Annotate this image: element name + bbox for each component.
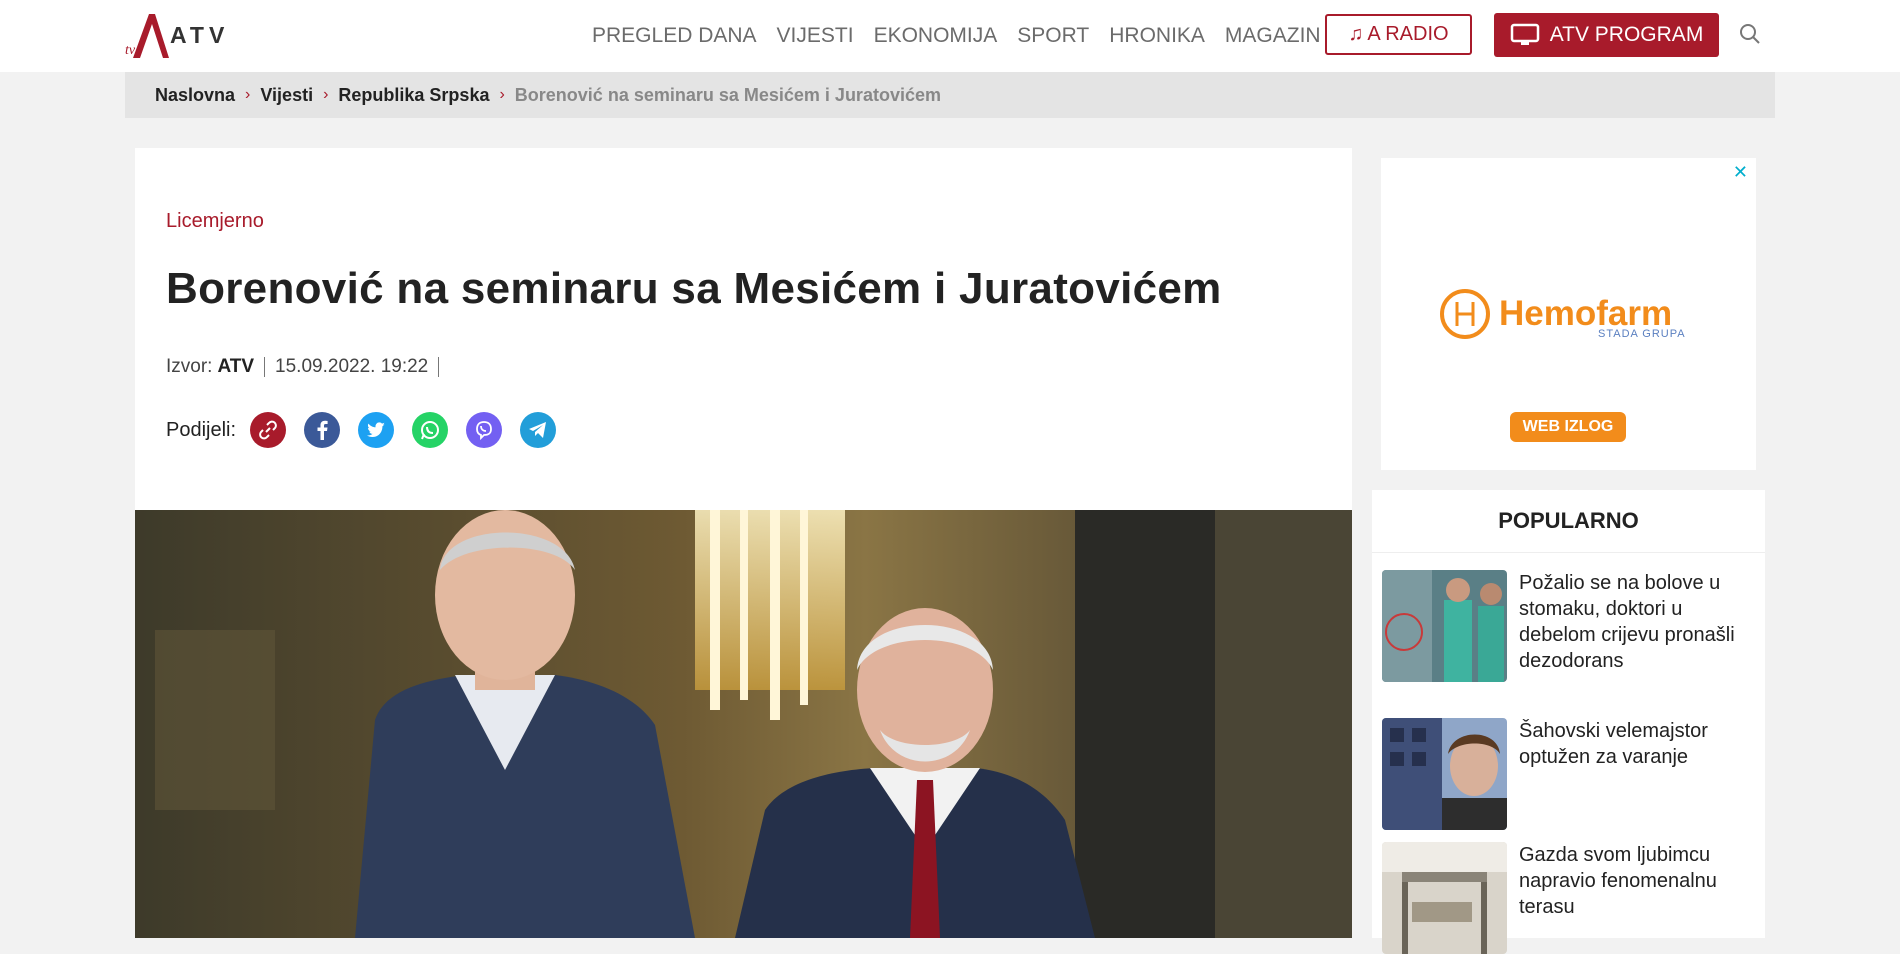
article-card: Licemjerno Borenović na seminaru sa Mesi… — [135, 148, 1352, 938]
popular-item-title: Požalio se na bolove u stomaku, doktori … — [1519, 572, 1735, 672]
nav-magazin[interactable]: MAGAZIN — [1225, 24, 1321, 48]
chevron-right-icon: › — [499, 86, 505, 103]
atv-program-button[interactable]: ATV PROGRAM — [1494, 13, 1719, 57]
breadcrumb-naslovna[interactable]: Naslovna — [155, 85, 235, 106]
share-bar: Podijeli: — [166, 412, 574, 448]
a-radio-label: A RADIO — [1367, 23, 1449, 45]
breadcrumb-current: Borenović na seminaru sa Mesićem i Jurat… — [514, 84, 941, 105]
article-title: Borenović na seminaru sa Mesićem i Jurat… — [166, 264, 1222, 313]
ad-brand-sub: STADA GRUPA — [1598, 328, 1686, 340]
search-icon[interactable] — [1738, 22, 1762, 46]
nav-hronika[interactable]: HRONIKA — [1109, 24, 1205, 48]
popular-item[interactable]: Požalio se na bolove u stomaku, doktori … — [1382, 570, 1759, 682]
telegram-icon — [529, 422, 547, 438]
breadcrumb-vijesti[interactable]: Vijesti — [260, 85, 313, 106]
popular-thumbnail — [1382, 842, 1507, 954]
popular-item-title: Šahovski velemajstor optužen za varanje — [1519, 720, 1708, 768]
popular-item[interactable]: Gazda svom ljubimcu napravio fenomenalnu… — [1382, 842, 1759, 954]
chevron-right-icon: › — [323, 86, 329, 103]
twitter-share-button[interactable] — [358, 412, 395, 448]
source-label: Izvor: — [166, 356, 213, 377]
article-photo — [135, 510, 1352, 938]
hemofarm-logo-icon — [1440, 289, 1490, 339]
popular-item-title: Gazda svom ljubimcu napravio fenomenalnu… — [1519, 844, 1717, 918]
popular-thumbnail-image — [1382, 718, 1507, 830]
svg-text:tv: tv — [125, 43, 136, 58]
viber-icon — [476, 421, 492, 441]
popular-thumbnail-image — [1382, 570, 1507, 682]
article-kicker[interactable]: Licemjerno — [166, 210, 264, 233]
article-date: 15.09.2022. 19:22 — [275, 356, 429, 377]
main-nav: PREGLED DANA VIJESTI EKONOMIJA SPORT HRO… — [592, 24, 1341, 48]
link-icon — [259, 420, 277, 440]
popular-title: POPULARNO — [1372, 490, 1765, 553]
facebook-icon — [317, 420, 328, 440]
meta-divider — [264, 357, 266, 377]
a-radio-button[interactable]: ♫ A RADIO — [1325, 14, 1472, 55]
twitter-icon — [367, 422, 386, 437]
close-icon[interactable]: ✕ — [1733, 162, 1748, 183]
popular-section: POPULARNO Požalio se na bolove u stomaku… — [1372, 490, 1765, 954]
logo-text: ATV — [170, 22, 230, 48]
whatsapp-icon — [421, 421, 440, 440]
popular-item[interactable]: Šahovski velemajstor optužen za varanje — [1382, 718, 1759, 830]
meta-divider — [438, 357, 440, 377]
source-name: ATV — [217, 356, 255, 377]
chevron-right-icon: › — [245, 86, 251, 103]
music-note-icon: ♫ — [1348, 23, 1364, 45]
web-izlog-button[interactable]: WEB IZLOG — [1510, 412, 1626, 442]
copy-link-button[interactable] — [250, 412, 287, 448]
nav-sport[interactable]: SPORT — [1017, 24, 1089, 48]
viber-share-button[interactable] — [466, 412, 503, 448]
popular-thumbnail-image — [1382, 842, 1507, 954]
facebook-share-button[interactable] — [304, 412, 341, 448]
popular-thumbnail — [1382, 718, 1507, 830]
popular-thumbnail — [1382, 570, 1507, 682]
tv-icon — [1510, 23, 1539, 45]
atv-program-label: ATV PROGRAM — [1549, 23, 1704, 46]
nav-vijesti[interactable]: VIJESTI — [777, 24, 854, 48]
share-label: Podijeli: — [166, 418, 237, 441]
nav-ekonomija[interactable]: EKONOMIJA — [874, 24, 998, 48]
hemofarm-ad[interactable]: ✕ Hemofarm STADA GRUPA WEB IZLOG — [1381, 158, 1756, 470]
telegram-share-button[interactable] — [520, 412, 557, 448]
article-meta: Izvor: ATV 15.09.2022. 19:22 — [166, 356, 449, 378]
breadcrumb-republika-srpska[interactable]: Republika Srpska — [338, 85, 489, 106]
nav-pregled-dana[interactable]: PREGLED DANA — [592, 24, 757, 48]
whatsapp-share-button[interactable] — [412, 412, 449, 448]
header: tv ATV PREGLED DANA VIJESTI EKONOMIJA SP… — [0, 0, 1900, 72]
article-photo-illustration — [135, 510, 1352, 938]
breadcrumb: Naslovna › Vijesti › Republika Srpska › … — [125, 72, 1775, 118]
